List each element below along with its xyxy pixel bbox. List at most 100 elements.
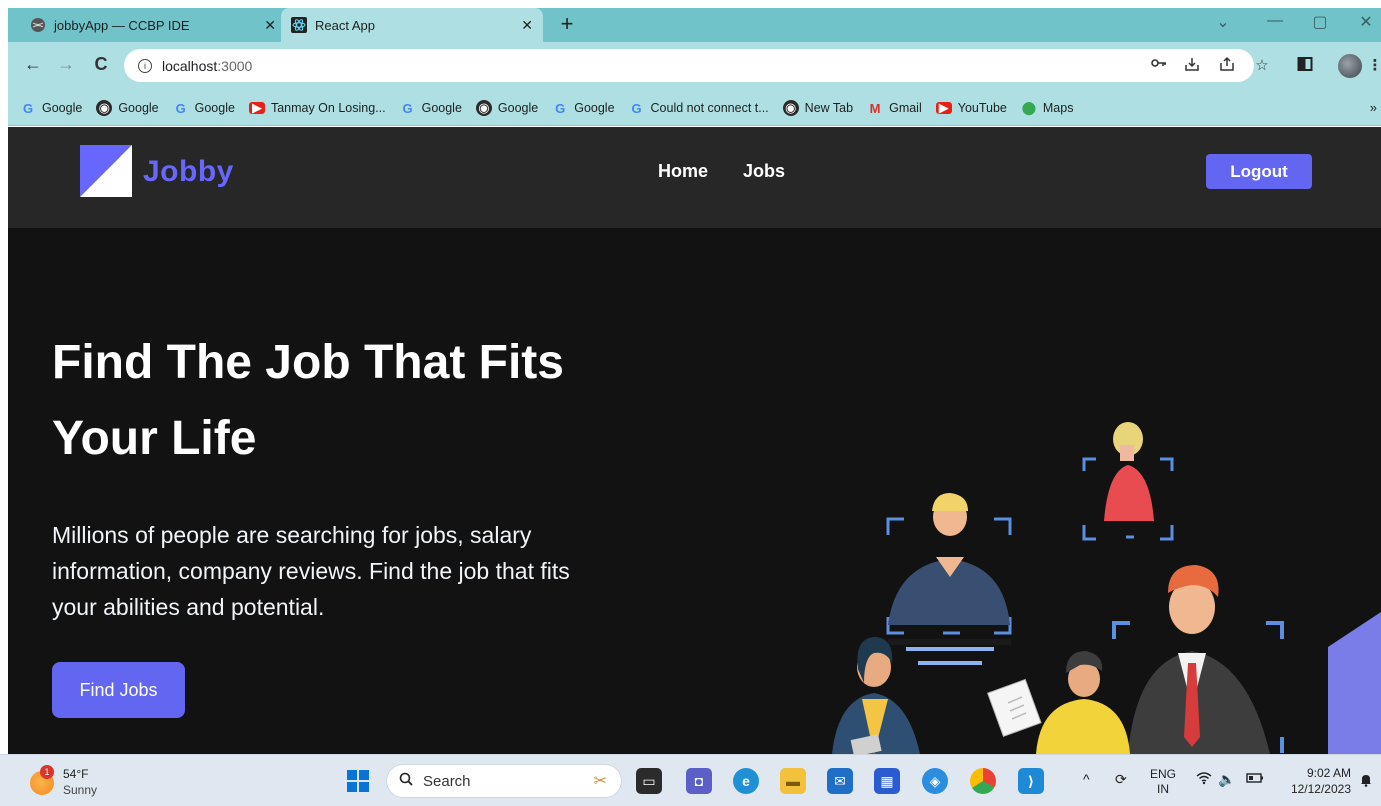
search-highlight-icon: ✂: [593, 773, 607, 790]
site-info-icon[interactable]: i: [138, 58, 152, 73]
more-menu-icon[interactable]: ⋮: [1364, 56, 1381, 74]
bookmark-item[interactable]: ▶ Tanmay On Losing...: [248, 100, 386, 115]
battery-icon[interactable]: [1246, 771, 1264, 787]
hero-heading: Find The Job That Fits Your Life: [52, 336, 564, 465]
mail-icon[interactable]: ✉: [827, 768, 853, 794]
bookmark-label: Maps: [1042, 101, 1074, 115]
sync-icon[interactable]: ⟳: [1115, 771, 1127, 788]
bookmark-item[interactable]: M Gmail: [867, 100, 922, 116]
side-panel-icon[interactable]: [1294, 56, 1316, 76]
forward-icon[interactable]: →: [55, 54, 77, 75]
taskbar: 1 54°F Sunny Search ✂ ▭ ◘ e ▬ ✉ ▦ ◈ ⟩ ^ …: [0, 754, 1381, 806]
youtube-icon: ▶: [248, 100, 265, 115]
bookmark-label: YouTube: [957, 101, 1007, 115]
profile-man-middle: [886, 493, 1012, 665]
bookmarks-more-icon[interactable]: »: [1370, 100, 1377, 115]
chrome-icon[interactable]: [970, 768, 996, 794]
person-woman-bottom: [832, 637, 920, 754]
gmail-icon: M: [869, 100, 881, 116]
globe-icon: ◉: [782, 100, 799, 116]
jobby-logo-icon[interactable]: [80, 145, 132, 197]
bookmark-label: Tanmay On Losing...: [270, 101, 386, 115]
teams-chat-icon[interactable]: ◘: [686, 768, 712, 794]
minimize-icon[interactable]: —: [1260, 12, 1290, 30]
back-icon[interactable]: ←: [22, 54, 44, 75]
tab-title: jobbyApp — CCBP IDE: [54, 17, 190, 33]
vscode-icon[interactable]: ⟩: [1018, 768, 1044, 794]
edge-icon[interactable]: e: [733, 768, 759, 794]
file-explorer-icon[interactable]: ▬: [780, 768, 806, 794]
app-header: Jobby Home Jobs Logout: [8, 127, 1381, 228]
search-placeholder: Search: [423, 772, 471, 790]
password-key-icon[interactable]: [1148, 56, 1170, 73]
bookmark-star-icon[interactable]: ☆: [1251, 56, 1273, 74]
nav-link-home[interactable]: Home: [658, 161, 708, 182]
logout-button[interactable]: Logout: [1206, 154, 1312, 189]
show-hidden-icons-icon[interactable]: ^: [1083, 771, 1090, 787]
bookmark-item[interactable]: ▶ YouTube: [935, 100, 1007, 115]
bookmark-item[interactable]: ◉ New Tab: [782, 100, 854, 116]
bookmark-label: Google: [42, 101, 83, 115]
browser-toolbar: ← → C i localhost:3000 ☆ ⋮: [8, 42, 1381, 91]
bookmark-label: New Tab: [804, 101, 854, 115]
bookmark-item[interactable]: G Google: [173, 100, 235, 116]
bookmark-item[interactable]: G Google: [400, 100, 462, 116]
taskbar-search[interactable]: Search ✂: [386, 764, 622, 798]
new-tab-button[interactable]: +: [553, 12, 581, 38]
notification-badge: 1: [40, 765, 54, 779]
weather-widget[interactable]: 1 54°F Sunny: [30, 765, 120, 799]
task-view-icon[interactable]: ▭: [636, 768, 662, 794]
windows-start-icon[interactable]: [346, 769, 370, 793]
bookmark-item[interactable]: ◉ Google: [475, 100, 539, 116]
person-man-paper: [987, 651, 1130, 754]
bookmark-label: Google: [497, 101, 539, 115]
docker-icon[interactable]: ◈: [922, 768, 948, 794]
install-icon[interactable]: [1181, 56, 1203, 76]
url-port: :3000: [217, 57, 253, 74]
search-icon: [399, 772, 413, 790]
close-tab-icon[interactable]: ✕: [521, 17, 533, 34]
screen: jobbyApp — CCBP IDE ✕ React App ✕ + ⌄ — …: [0, 0, 1381, 806]
bookmark-item[interactable]: ⬤ Maps: [1021, 100, 1074, 116]
tab-title: React App: [315, 17, 375, 33]
bookmark-item[interactable]: G Google: [20, 100, 82, 116]
bookmark-item[interactable]: G Could not connect t...: [629, 100, 769, 116]
url-host: localhost: [162, 57, 218, 74]
wifi-icon[interactable]: [1196, 771, 1212, 788]
maps-icon: ⬤: [1021, 100, 1037, 115]
language-code: ENG: [1150, 767, 1177, 781]
reload-icon[interactable]: C: [90, 54, 112, 75]
google-icon: G: [555, 100, 566, 116]
google-icon: G: [22, 100, 34, 116]
bookmark-item[interactable]: ◉ Google: [96, 100, 159, 116]
close-tab-icon[interactable]: ✕: [264, 17, 276, 34]
maximize-icon[interactable]: ▢: [1305, 12, 1335, 32]
tab-jobbyapp[interactable]: jobbyApp — CCBP IDE ✕: [16, 8, 286, 42]
language-indicator[interactable]: ENG IN: [1150, 767, 1176, 797]
tab-search-icon[interactable]: ⌄: [1208, 12, 1238, 32]
google-icon: G: [175, 100, 186, 116]
bookmarks-bar: G Google ◉ Google G Google ▶ Tanmay On Losin…: [8, 91, 1381, 126]
system-clock[interactable]: 9:02 AM 12/12/2023: [1281, 765, 1351, 797]
find-jobs-button[interactable]: Find Jobs: [52, 662, 185, 718]
globe-icon: ◉: [475, 100, 492, 116]
address-bar[interactable]: i localhost:3000: [124, 49, 1254, 82]
weather-condition: Sunny: [63, 783, 98, 797]
nav-link-jobs[interactable]: Jobs: [743, 161, 785, 182]
store-icon[interactable]: ▦: [874, 768, 900, 794]
profile-man-right: [1112, 565, 1284, 754]
brand-name[interactable]: Jobby: [143, 155, 234, 189]
react-icon: [291, 17, 307, 33]
profile-woman-top: [1082, 422, 1174, 541]
bookmark-item[interactable]: G Google: [552, 100, 614, 116]
youtube-icon: ▶: [935, 100, 952, 115]
tab-react-app[interactable]: React App ✕: [281, 8, 543, 42]
volume-icon[interactable]: 🔈: [1218, 771, 1235, 788]
share-icon[interactable]: [1216, 56, 1238, 76]
notification-bell-icon[interactable]: [1360, 773, 1372, 790]
globe-icon: ◉: [96, 100, 113, 116]
profile-avatar[interactable]: [1338, 54, 1362, 78]
bookmark-label: Could not connect t...: [650, 101, 769, 115]
close-window-icon[interactable]: ✕: [1351, 12, 1381, 32]
bookmark-label: Google: [118, 101, 159, 115]
